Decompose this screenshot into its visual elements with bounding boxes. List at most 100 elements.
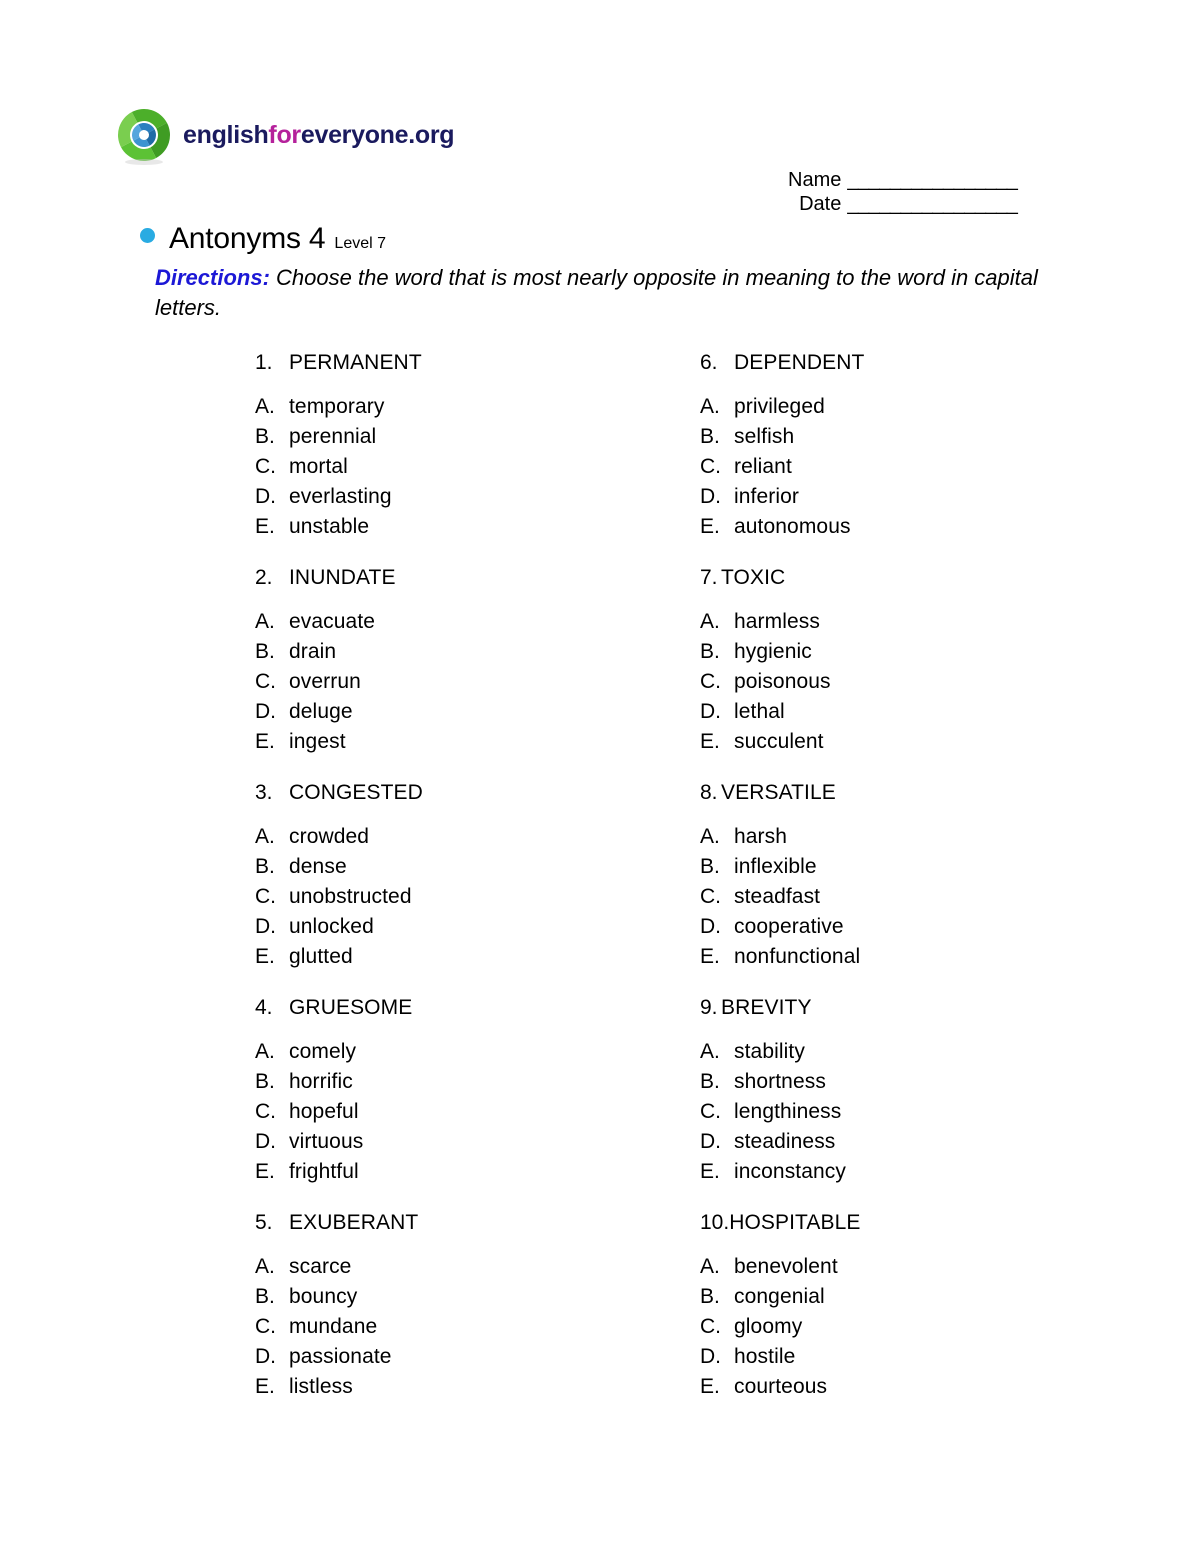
answer-choice[interactable]: A. scarce bbox=[255, 1252, 700, 1282]
answer-choice[interactable]: C. gloomy bbox=[700, 1312, 1140, 1342]
name-input-line[interactable]: ________________ bbox=[847, 168, 1017, 192]
question-number: 2. bbox=[255, 566, 273, 589]
answer-choice-letter: E. bbox=[700, 515, 720, 538]
answer-choice-text: everlasting bbox=[289, 485, 392, 508]
answer-choice[interactable]: A. privileged bbox=[700, 392, 1140, 422]
question-stem: 8. VERSATILE bbox=[700, 780, 1140, 806]
answer-choice[interactable]: C. hopeful bbox=[255, 1097, 700, 1127]
answer-choice[interactable]: E. nonfunctional bbox=[700, 942, 1140, 972]
answer-choice-letter: A. bbox=[255, 1255, 275, 1278]
answer-choice-letter: C. bbox=[255, 670, 276, 693]
answer-choice-text: courteous bbox=[734, 1375, 828, 1398]
answer-choice[interactable]: A. harmless bbox=[700, 607, 1140, 637]
question-word: PERMANENT bbox=[289, 351, 422, 374]
answer-choice[interactable]: E. listless bbox=[255, 1372, 700, 1402]
answer-choice-list: A. harmless B. hygienic C. poisonous D. lethal E… bbox=[700, 607, 1140, 757]
answer-choice[interactable]: E. frightful bbox=[255, 1157, 700, 1187]
answer-choice[interactable]: D. everlasting bbox=[255, 482, 700, 512]
answer-choice-text: gloomy bbox=[734, 1315, 803, 1338]
answer-choice-letter: D. bbox=[255, 1345, 276, 1368]
answer-choice-text: horrific bbox=[289, 1070, 353, 1093]
answer-choice-letter: A. bbox=[700, 1255, 720, 1278]
answer-choice-letter: E. bbox=[255, 515, 275, 538]
answer-choice[interactable]: B. perennial bbox=[255, 422, 700, 452]
answer-choice-letter: A. bbox=[700, 610, 720, 633]
answer-choice[interactable]: C. lengthiness bbox=[700, 1097, 1140, 1127]
question-number: 1. bbox=[255, 351, 273, 374]
answer-choice[interactable]: A. crowded bbox=[255, 822, 700, 852]
answer-choice[interactable]: B. drain bbox=[255, 637, 700, 667]
answer-choice[interactable]: C. steadfast bbox=[700, 882, 1140, 912]
answer-choice[interactable]: B. inflexible bbox=[700, 852, 1140, 882]
answer-choice[interactable]: D. inferior bbox=[700, 482, 1140, 512]
answer-choice[interactable]: C. overrun bbox=[255, 667, 700, 697]
answer-choice[interactable]: A. benevolent bbox=[700, 1252, 1140, 1282]
answer-choice-text: passionate bbox=[289, 1345, 392, 1368]
answer-choice[interactable]: E. autonomous bbox=[700, 512, 1140, 542]
answer-choice[interactable]: D. cooperative bbox=[700, 912, 1140, 942]
answer-choice[interactable]: D. virtuous bbox=[255, 1127, 700, 1157]
answer-choice[interactable]: B. shortness bbox=[700, 1067, 1140, 1097]
answer-choice[interactable]: A. stability bbox=[700, 1037, 1140, 1067]
answer-choice-text: hygienic bbox=[734, 640, 812, 663]
answer-choice[interactable]: A. evacuate bbox=[255, 607, 700, 637]
question-item: 3. CONGESTED A. crowded B. dense C. unobstructe… bbox=[255, 780, 700, 972]
question-word: DEPENDENT bbox=[734, 351, 865, 374]
answer-choice[interactable]: A. comely bbox=[255, 1037, 700, 1067]
answer-choice[interactable]: D. passionate bbox=[255, 1342, 700, 1372]
brand-wordmark-part2: for bbox=[268, 120, 301, 149]
answer-choice[interactable]: E. unstable bbox=[255, 512, 700, 542]
answer-choice-text: cooperative bbox=[734, 915, 844, 938]
answer-choice-letter: D. bbox=[700, 1345, 721, 1368]
answer-choice-letter: B. bbox=[700, 855, 720, 878]
answer-choice[interactable]: C. poisonous bbox=[700, 667, 1140, 697]
question-stem: 6. DEPENDENT bbox=[700, 350, 1140, 376]
answer-choice[interactable]: D. hostile bbox=[700, 1342, 1140, 1372]
question-stem: 5. EXUBERANT bbox=[255, 1210, 700, 1236]
answer-choice[interactable]: D. unlocked bbox=[255, 912, 700, 942]
answer-choice[interactable]: A. temporary bbox=[255, 392, 700, 422]
answer-choice[interactable]: B. hygienic bbox=[700, 637, 1140, 667]
question-word: HOSPITABLE bbox=[729, 1211, 861, 1234]
question-stem: 4. GRUESOME bbox=[255, 995, 700, 1021]
answer-choice-letter: B. bbox=[700, 425, 720, 448]
answer-choice-letter: B. bbox=[255, 425, 275, 448]
answer-choice[interactable]: E. courteous bbox=[700, 1372, 1140, 1402]
answer-choice[interactable]: D. lethal bbox=[700, 697, 1140, 727]
brand-wordmark: englishforeveryone.org bbox=[183, 120, 455, 149]
question-number: 10. bbox=[700, 1211, 730, 1234]
question-word: GRUESOME bbox=[289, 996, 413, 1019]
question-word: CONGESTED bbox=[289, 781, 423, 804]
answer-choice-text: comely bbox=[289, 1040, 357, 1063]
answer-choice-list: A. temporary B. perennial C. mortal D. everlast… bbox=[255, 392, 700, 542]
answer-choice[interactable]: D. steadiness bbox=[700, 1127, 1140, 1157]
answer-choice-letter: C. bbox=[700, 670, 721, 693]
answer-choice[interactable]: E. inconstancy bbox=[700, 1157, 1140, 1187]
answer-choice[interactable]: C. unobstructed bbox=[255, 882, 700, 912]
answer-choice[interactable]: B. horrific bbox=[255, 1067, 700, 1097]
answer-choice[interactable]: A. harsh bbox=[700, 822, 1140, 852]
answer-choice-letter: B. bbox=[700, 1285, 720, 1308]
answer-choice-text: harmless bbox=[734, 610, 820, 633]
answer-choice[interactable]: D. deluge bbox=[255, 697, 700, 727]
page-title-row: Antonyms 4 Level 7 bbox=[140, 222, 386, 256]
answer-choice[interactable]: C. reliant bbox=[700, 452, 1140, 482]
answer-choice[interactable]: C. mortal bbox=[255, 452, 700, 482]
answer-choice[interactable]: E. glutted bbox=[255, 942, 700, 972]
answer-choice[interactable]: B. congenial bbox=[700, 1282, 1140, 1312]
answer-choice-text: hopeful bbox=[289, 1100, 359, 1123]
answer-choice[interactable]: B. selfish bbox=[700, 422, 1140, 452]
date-input-line[interactable]: ________________ bbox=[847, 192, 1017, 216]
answer-choice[interactable]: B. bouncy bbox=[255, 1282, 700, 1312]
answer-choice[interactable]: E. succulent bbox=[700, 727, 1140, 757]
answer-choice-text: steadiness bbox=[734, 1130, 836, 1153]
answer-choice[interactable]: B. dense bbox=[255, 852, 700, 882]
answer-choice-list: A. privileged B. selfish C. reliant D. inferior… bbox=[700, 392, 1140, 542]
answer-choice-text: mundane bbox=[289, 1315, 378, 1338]
answer-choice-text: dense bbox=[289, 855, 347, 878]
answer-choice-text: steadfast bbox=[734, 885, 821, 908]
answer-choice[interactable]: E. ingest bbox=[255, 727, 700, 757]
question-word: EXUBERANT bbox=[289, 1211, 419, 1234]
answer-choice[interactable]: C. mundane bbox=[255, 1312, 700, 1342]
answer-choice-text: mortal bbox=[289, 455, 348, 478]
